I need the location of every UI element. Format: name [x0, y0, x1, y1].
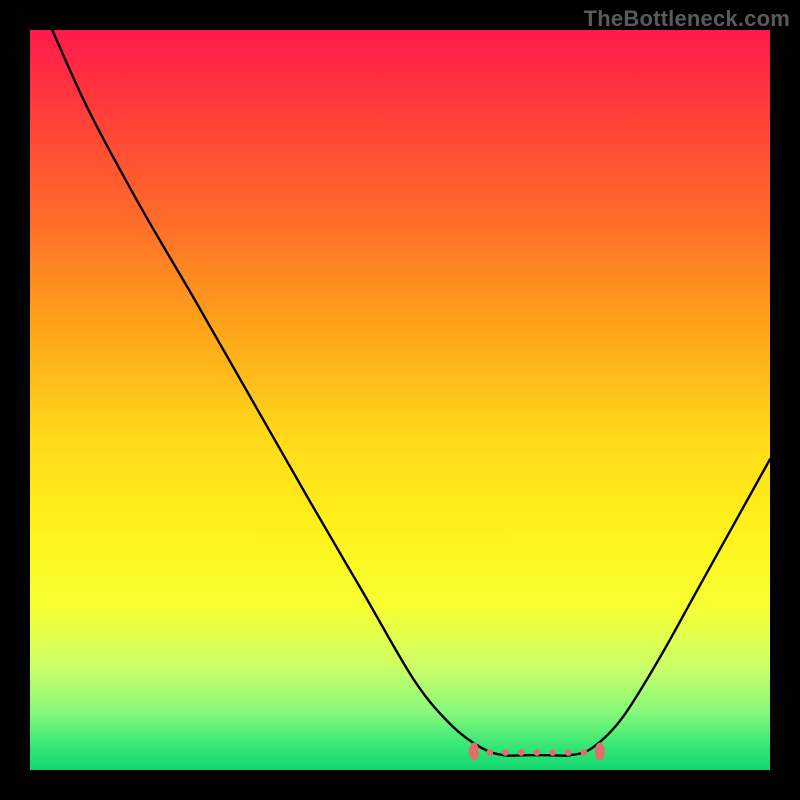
optimal-range-dot — [534, 749, 541, 756]
optimal-range-dot — [518, 749, 525, 756]
optimal-range-dot — [549, 749, 556, 756]
chart-overlay — [30, 30, 770, 770]
chart-frame: TheBottleneck.com — [0, 0, 800, 800]
bottleneck-curve — [52, 30, 770, 756]
optimal-range-dot — [581, 749, 588, 756]
optimal-range-dot — [565, 749, 572, 756]
attribution-watermark: TheBottleneck.com — [584, 6, 790, 32]
optimal-range-markers — [469, 743, 605, 761]
optimal-range-endcap — [595, 743, 605, 761]
optimal-range-dot — [486, 749, 493, 756]
optimal-range-dot — [502, 749, 509, 756]
optimal-range-endcap — [469, 743, 479, 761]
